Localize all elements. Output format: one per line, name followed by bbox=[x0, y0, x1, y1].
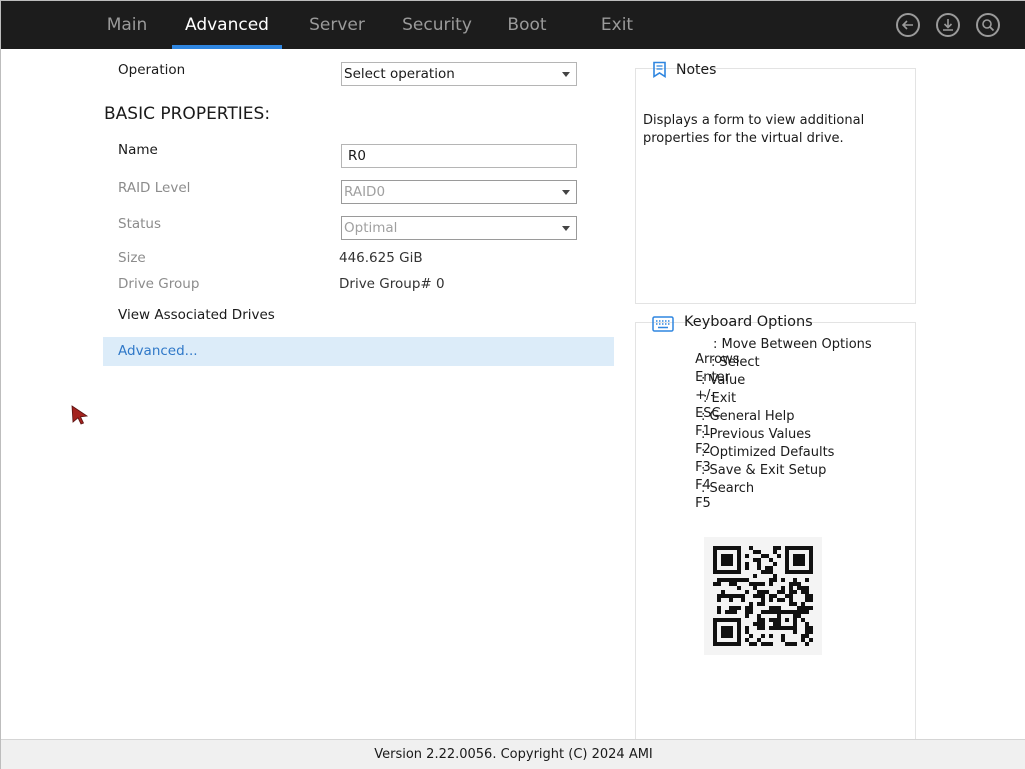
footer-version: Version 2.22.0056. Copyright (C) 2024 AM… bbox=[1, 739, 1025, 769]
key-description: : Exit bbox=[703, 391, 737, 406]
back-icon[interactable] bbox=[896, 13, 920, 37]
keyboard-row: F5: Search bbox=[662, 481, 754, 526]
tab-security[interactable]: Security bbox=[391, 1, 483, 49]
tab-main[interactable]: Main bbox=[89, 1, 165, 49]
key-description: : Move Between Options bbox=[713, 337, 872, 352]
top-nav-bar: Main Advanced Server Security Boot Exit bbox=[1, 1, 1025, 49]
keyboard-icon bbox=[652, 316, 674, 332]
qr-code-image bbox=[713, 546, 813, 646]
key-description: : Previous Values bbox=[701, 427, 812, 442]
save-download-icon[interactable] bbox=[936, 13, 960, 37]
chevron-down-icon bbox=[562, 226, 570, 231]
size-label: Size bbox=[118, 250, 146, 266]
main-form-panel: Operation Select operation BASIC PROPERT… bbox=[103, 49, 615, 739]
view-associated-drives-link[interactable]: View Associated Drives bbox=[118, 307, 275, 323]
tab-server[interactable]: Server bbox=[293, 1, 381, 49]
help-panel: Notes Displays a form to view additional… bbox=[635, 49, 1025, 739]
raid-level-label: RAID Level bbox=[118, 180, 191, 196]
search-icon[interactable] bbox=[976, 13, 1000, 37]
key-description: : Save & Exit Setup bbox=[701, 463, 827, 478]
notes-box: Notes Displays a form to view additional… bbox=[635, 61, 916, 304]
qr-code bbox=[704, 537, 822, 655]
keyboard-options-title: Keyboard Options bbox=[684, 314, 813, 330]
status-label: Status bbox=[118, 216, 162, 232]
notes-title: Notes bbox=[676, 62, 717, 78]
advanced-menu-item[interactable]: Advanced... bbox=[103, 337, 614, 366]
left-margin bbox=[1, 49, 103, 739]
key-description: : General Help bbox=[701, 409, 795, 424]
mouse-cursor-icon bbox=[71, 405, 89, 425]
status-value: Optimal bbox=[344, 220, 398, 236]
name-label: Name bbox=[118, 142, 158, 158]
key-description: : Select bbox=[711, 355, 760, 370]
operation-dropdown-value: Select operation bbox=[344, 66, 455, 82]
notes-icon bbox=[653, 61, 666, 78]
name-input[interactable]: R0 bbox=[341, 144, 577, 168]
chevron-down-icon bbox=[562, 190, 570, 195]
drive-group-value: Drive Group# 0 bbox=[339, 276, 445, 292]
size-value: 446.625 GiB bbox=[339, 250, 423, 266]
key-description: : Optimized Defaults bbox=[701, 445, 835, 460]
notes-text: Displays a form to view additional prope… bbox=[643, 113, 865, 146]
tab-boot[interactable]: Boot bbox=[491, 1, 563, 49]
status-dropdown: Optimal bbox=[341, 216, 577, 240]
operation-dropdown[interactable]: Select operation bbox=[341, 62, 577, 86]
panel-gutter bbox=[615, 49, 635, 739]
key-description: : Search bbox=[701, 481, 755, 496]
operation-label: Operation bbox=[118, 62, 186, 78]
raid-level-value: RAID0 bbox=[344, 184, 386, 200]
raid-level-dropdown: RAID0 bbox=[341, 180, 577, 204]
key-description: : Value bbox=[701, 373, 746, 388]
keyboard-options-box: Keyboard Options Arrows: Move Between Op… bbox=[635, 314, 916, 739]
chevron-down-icon bbox=[562, 72, 570, 77]
advanced-menu-item-label: Advanced... bbox=[118, 343, 198, 359]
section-heading: BASIC PROPERTIES: bbox=[104, 104, 271, 124]
key-name: F5 bbox=[695, 496, 711, 511]
bios-setup-window: Main Advanced Server Security Boot Exit … bbox=[0, 0, 1025, 769]
tab-exit[interactable]: Exit bbox=[579, 1, 655, 49]
tab-advanced[interactable]: Advanced bbox=[172, 1, 282, 49]
drive-group-label: Drive Group bbox=[118, 276, 200, 292]
